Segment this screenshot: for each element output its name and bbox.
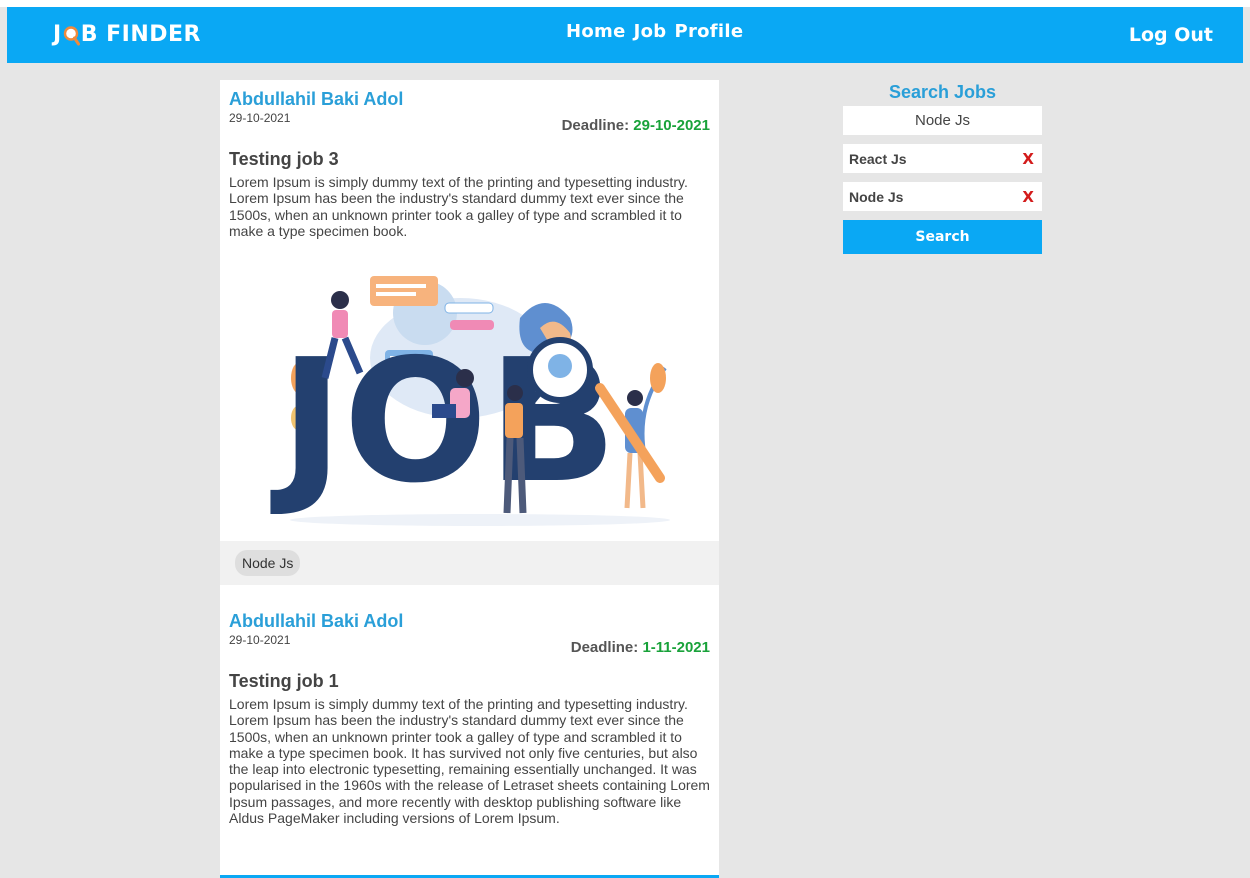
nav-profile[interactable]: Profile [674, 21, 743, 42]
remove-skill-button[interactable]: X [1022, 188, 1034, 206]
deadline-date: 29-10-2021 [633, 117, 710, 134]
job-meta: 29-10-2021 Deadline: 1-11-2021 [229, 632, 710, 658]
search-panel: Search Jobs React Js X Node Js X Search [843, 80, 1042, 254]
remove-skill-button[interactable]: X [1022, 150, 1034, 168]
nav-links: Home Job Profile [566, 21, 743, 42]
job-card: Abdullahil Baki Adol 29-10-2021 Deadline… [220, 602, 719, 878]
job-meta: 29-10-2021 Deadline: 29-10-2021 [229, 110, 710, 136]
deadline: Deadline: 29-10-2021 [562, 117, 710, 134]
posted-date: 29-10-2021 [229, 633, 291, 647]
nav-job[interactable]: Job [634, 21, 667, 42]
job-title[interactable]: Testing job 1 [229, 670, 710, 692]
deadline: Deadline: 1-11-2021 [571, 639, 710, 656]
deadline-date: 1-11-2021 [642, 639, 710, 656]
top-strip [0, 0, 1250, 7]
magnifier-icon [63, 24, 80, 46]
job-card: Abdullahil Baki Adol 29-10-2021 Deadline… [220, 80, 719, 620]
job-tags: Node Js [220, 541, 719, 585]
nav-home[interactable]: Home [566, 21, 626, 42]
logo-text-end: B FINDER [80, 22, 201, 47]
job-description: Lorem Ipsum is simply dummy text of the … [229, 174, 688, 239]
job-tag[interactable]: Node Js [235, 550, 301, 576]
navbar: J B FINDER Home Job Profile Log Out [7, 7, 1243, 63]
job-author[interactable]: Abdullahil Baki Adol [229, 88, 710, 110]
job-description: Lorem Ipsum is simply dummy text of the … [229, 696, 710, 827]
posted-date: 29-10-2021 [229, 111, 291, 125]
job-author[interactable]: Abdullahil Baki Adol [229, 610, 710, 632]
logout-link[interactable]: Log Out [1129, 24, 1213, 46]
selected-skill: Node Js X [843, 182, 1042, 211]
logo-text-start: J [53, 22, 62, 47]
deadline-label: Deadline: [570, 639, 639, 656]
logo[interactable]: J B FINDER [53, 22, 201, 47]
job-title[interactable]: Testing job 3 [229, 148, 710, 170]
search-input[interactable] [843, 106, 1042, 135]
selected-skill: React Js X [843, 144, 1042, 173]
selected-skill-label: Node Js [849, 189, 904, 205]
search-title: Search Jobs [888, 82, 997, 102]
selected-skill-label: React Js [849, 151, 907, 167]
search-button[interactable]: Search [843, 220, 1042, 254]
deadline-label: Deadline: [561, 117, 630, 134]
